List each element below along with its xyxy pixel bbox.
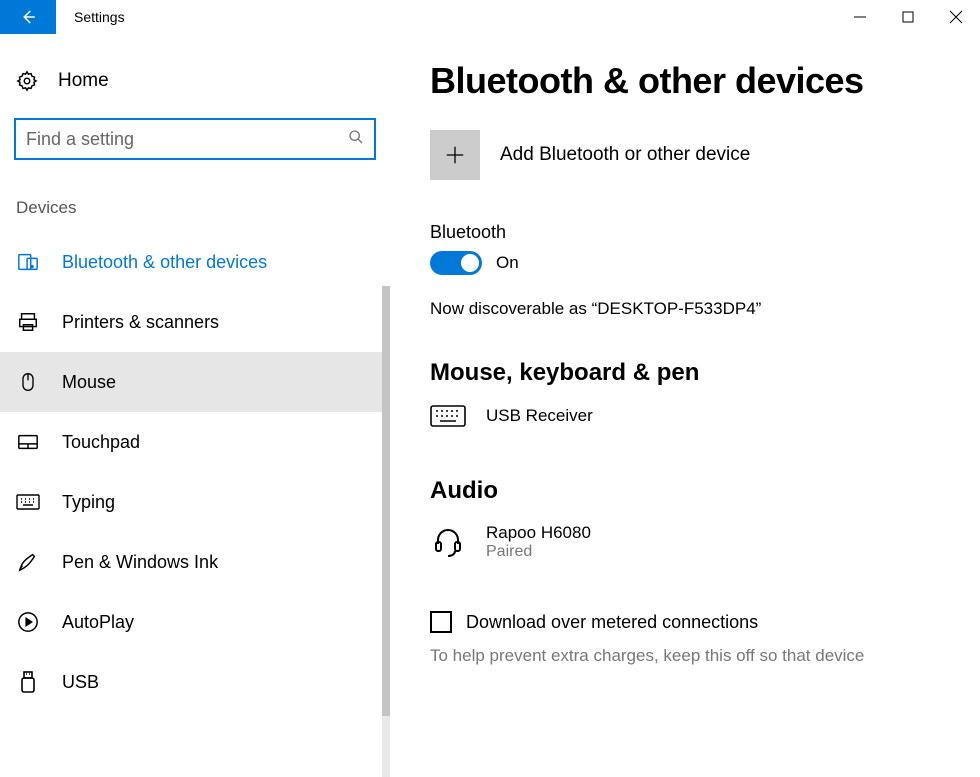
plus-tile [430, 130, 480, 180]
sidebar-item-label: USB [62, 672, 99, 693]
sidebar-item-pen[interactable]: Pen & Windows Ink [0, 532, 390, 592]
bluetooth-heading: Bluetooth [430, 222, 940, 243]
sidebar-item-usb[interactable]: USB [0, 652, 390, 712]
bluetooth-toggle-state: On [496, 253, 519, 273]
bluetooth-devices-icon [16, 251, 40, 273]
minimize-button[interactable] [836, 0, 884, 34]
sidebar-item-autoplay[interactable]: AutoPlay [0, 592, 390, 652]
sidebar-section-header: Devices [0, 198, 390, 232]
add-device-button[interactable]: Add Bluetooth or other device [430, 130, 940, 180]
keyboard-device-icon [430, 405, 466, 427]
sidebar-item-label: Printers & scanners [62, 312, 219, 333]
sidebar-item-touchpad[interactable]: Touchpad [0, 412, 390, 472]
headset-icon [430, 526, 466, 558]
sidebar-item-label: Typing [62, 492, 115, 513]
close-icon [949, 10, 963, 24]
home-label: Home [58, 70, 109, 92]
window-title: Settings [56, 0, 143, 34]
autoplay-icon [16, 611, 40, 633]
search-input[interactable] [26, 129, 348, 150]
sidebar-item-label: Pen & Windows Ink [62, 552, 218, 573]
close-button[interactable] [932, 0, 980, 34]
sidebar-item-label: AutoPlay [62, 612, 134, 633]
sidebar-scrollbar-thumb[interactable] [382, 286, 390, 716]
touchpad-icon [16, 433, 40, 451]
toggle-knob [461, 254, 479, 272]
search-icon [348, 129, 364, 150]
metered-checkbox-label: Download over metered connections [466, 612, 758, 633]
gear-icon [16, 70, 38, 92]
bluetooth-toggle[interactable] [430, 251, 482, 275]
page-title: Bluetooth & other devices [430, 60, 940, 102]
metered-help-text: To help prevent extra charges, keep this… [430, 643, 940, 669]
sidebar-item-mouse[interactable]: Mouse [0, 352, 390, 412]
search-box[interactable] [14, 118, 376, 160]
main-content: Bluetooth & other devices Add Bluetooth … [390, 34, 980, 777]
sidebar-item-label: Touchpad [62, 432, 140, 453]
device-name: USB Receiver [486, 406, 593, 426]
sidebar-item-printers[interactable]: Printers & scanners [0, 292, 390, 352]
printer-icon [16, 311, 40, 333]
device-status: Paired [486, 543, 591, 561]
titlebar: Settings [0, 0, 980, 34]
back-button[interactable] [0, 0, 56, 34]
sidebar: Home Devices Bluetooth & other devices P… [0, 34, 390, 777]
discoverable-text: Now discoverable as “DESKTOP-F533DP4” [430, 299, 940, 319]
mouse-icon [16, 371, 40, 393]
maximize-button[interactable] [884, 0, 932, 34]
input-devices-heading: Mouse, keyboard & pen [430, 359, 940, 387]
sidebar-item-bluetooth[interactable]: Bluetooth & other devices [0, 232, 390, 292]
sidebar-item-typing[interactable]: Typing [0, 472, 390, 532]
add-device-label: Add Bluetooth or other device [500, 144, 750, 166]
sidebar-item-label: Bluetooth & other devices [62, 252, 267, 273]
back-arrow-icon [19, 8, 37, 26]
maximize-icon [902, 11, 914, 23]
keyboard-icon [16, 494, 40, 510]
metered-checkbox[interactable] [430, 611, 452, 633]
audio-heading: Audio [430, 477, 940, 505]
device-rapoo-h6080[interactable]: Rapoo H6080 Paired [430, 523, 940, 561]
plus-icon [444, 144, 466, 166]
minimize-icon [854, 11, 866, 23]
device-usb-receiver[interactable]: USB Receiver [430, 405, 940, 427]
home-nav-item[interactable]: Home [0, 62, 390, 100]
pen-icon [16, 551, 40, 573]
sidebar-item-label: Mouse [62, 372, 116, 393]
usb-icon [16, 670, 40, 694]
device-name: Rapoo H6080 [486, 523, 591, 543]
sidebar-scrollbar[interactable] [382, 286, 390, 777]
